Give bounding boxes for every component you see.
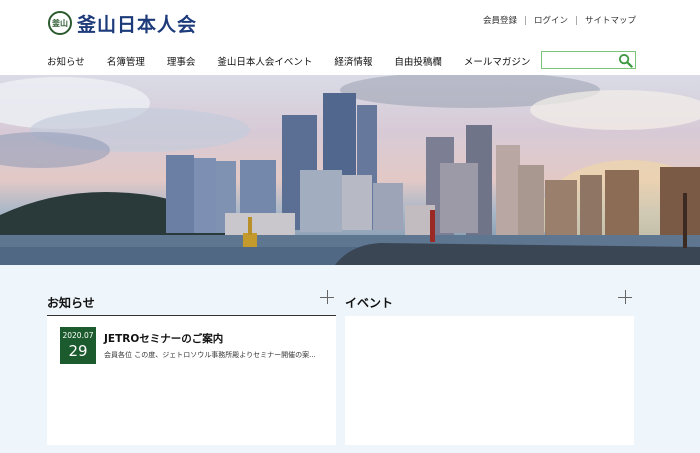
news-item-title[interactable]: JETROセミナーのご案内 — [104, 331, 223, 346]
logo-seal-icon: 釜山 — [48, 11, 72, 35]
login-link[interactable]: ログイン — [534, 14, 568, 26]
hero-banner-image — [0, 75, 700, 265]
news-list-card: 2020.07 29 JETROセミナーのご案内 会員各位 この度、ジェトロソウ… — [47, 316, 336, 445]
sitemap-link[interactable]: サイトマップ — [585, 14, 636, 26]
news-date-year-month: 2020.07 — [62, 331, 94, 340]
site-logo[interactable]: 釜山 釜山日本人会 — [48, 11, 198, 36]
nav-item-news[interactable]: お知らせ — [47, 54, 85, 68]
search-input[interactable] — [542, 57, 617, 73]
news-section-header: お知らせ — [47, 290, 336, 312]
nav-item-forum[interactable]: 自由投稿欄 — [394, 54, 442, 68]
search-icon[interactable] — [618, 53, 633, 68]
utility-links: 会員登録 ログイン サイトマップ — [483, 14, 636, 26]
content-area: お知らせ イベント 2020.07 29 JETROセミナーのご案内 会員各位 … — [0, 265, 700, 453]
skyline-illustration — [0, 75, 700, 265]
logo-text: 釜山日本人会 — [77, 13, 198, 36]
events-section-title: イベント — [345, 296, 394, 310]
news-more-plus-icon[interactable] — [320, 290, 334, 304]
site-header: 釜山 釜山日本人会 会員登録 ログイン サイトマップ お知らせ 名簿管理 理事会… — [0, 0, 700, 75]
util-divider — [575, 15, 577, 25]
register-link[interactable]: 会員登録 — [483, 14, 517, 26]
main-nav: お知らせ 名簿管理 理事会 釜山日本人会イベント 経済情報 自由投稿欄 メールマ… — [47, 54, 552, 68]
events-more-plus-icon[interactable] — [618, 290, 632, 304]
news-section-title: お知らせ — [47, 296, 95, 310]
events-list-card — [345, 316, 634, 445]
nav-item-newsletter[interactable]: メールマガジン — [464, 54, 531, 68]
nav-item-board[interactable]: 理事会 — [167, 54, 196, 68]
util-divider — [524, 15, 526, 25]
nav-item-events[interactable]: 釜山日本人会イベント — [217, 54, 312, 68]
events-section-header: イベント — [345, 290, 634, 312]
nav-item-economy[interactable]: 経済情報 — [334, 54, 372, 68]
news-date-badge[interactable]: 2020.07 29 — [60, 327, 96, 364]
nav-item-directory[interactable]: 名簿管理 — [107, 54, 145, 68]
news-date-day: 29 — [68, 342, 88, 360]
search-box — [541, 51, 636, 73]
news-item-excerpt: 会員各位 この度、ジェトロソウル事務所殿よりセミナー開催の案... — [104, 351, 316, 359]
